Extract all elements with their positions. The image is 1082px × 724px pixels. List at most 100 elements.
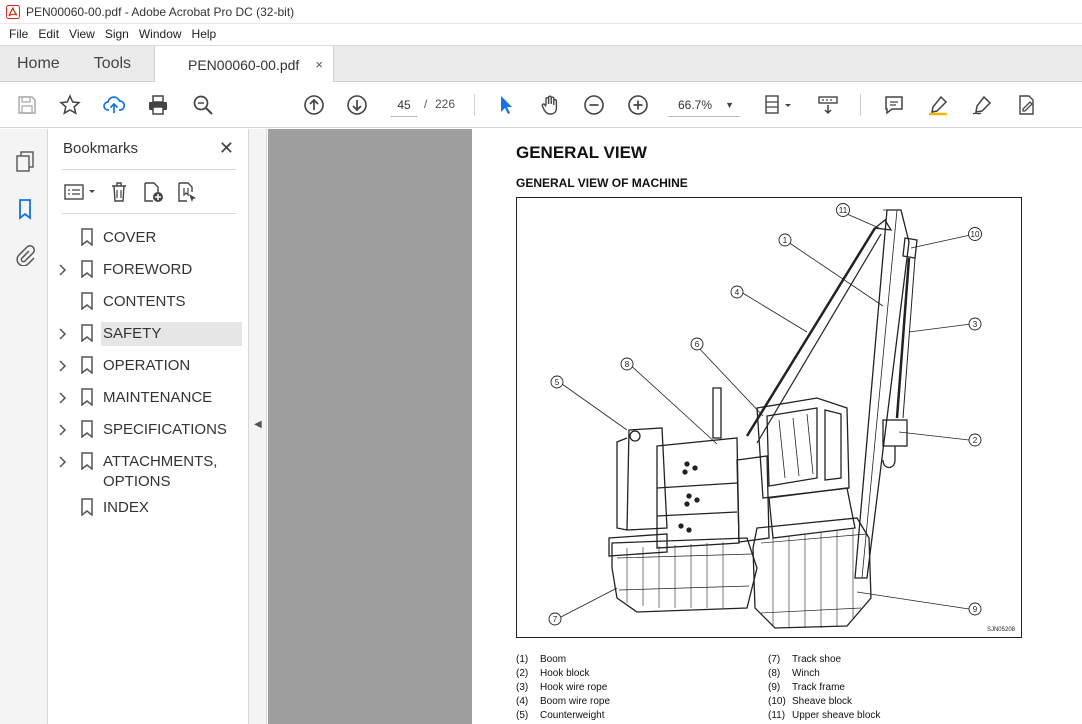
upload-cloud-icon[interactable] — [102, 93, 126, 117]
close-tab-icon[interactable]: × — [315, 57, 323, 72]
page-fit-icon[interactable] — [762, 93, 796, 117]
menu-sign[interactable]: Sign — [100, 24, 134, 45]
tab-bar: Home Tools PEN00060-00.pdf × — [0, 45, 1082, 83]
legend-item: (11) Upper sheave block — [768, 710, 881, 721]
zoom-in-icon[interactable] — [626, 93, 650, 117]
maximize-button[interactable] — [1010, 0, 1046, 24]
document-view[interactable]: GENERAL VIEW GENERAL VIEW OF MACHINE 1 2… — [268, 129, 1082, 724]
page-subheading: GENERAL VIEW OF MACHINE — [516, 176, 688, 190]
bookmark-label: ATTACHMENTS, OPTIONS — [103, 453, 218, 490]
bookmark-label: SAFETY — [103, 325, 162, 342]
menu-help[interactable]: Help — [187, 24, 222, 45]
bookmark-attachments-options[interactable]: ATTACHMENTS, OPTIONS — [49, 447, 249, 493]
attachments-paperclip-icon[interactable] — [13, 243, 37, 267]
svg-text:11: 11 — [839, 206, 848, 215]
fill-sign-icon[interactable] — [1014, 93, 1038, 117]
tab-document[interactable]: PEN00060-00.pdf × — [154, 46, 334, 83]
bookmark-label: CONTENTS — [103, 293, 186, 310]
page-number-input[interactable]: 45 — [390, 93, 418, 117]
bookmark-icon — [81, 228, 93, 246]
bookmark-tools — [62, 179, 208, 205]
bookmark-operation[interactable]: OPERATION — [49, 351, 249, 383]
bookmarks-title: Bookmarks — [63, 140, 139, 157]
zoom-out-icon[interactable] — [582, 93, 606, 117]
menu-edit[interactable]: Edit — [33, 24, 64, 45]
scroll-mode-icon[interactable] — [816, 93, 840, 117]
highlight-pen-icon[interactable] — [926, 93, 950, 117]
svg-text:1: 1 — [783, 236, 788, 245]
chevron-right-icon[interactable] — [58, 455, 68, 469]
next-page-icon[interactable] — [345, 93, 369, 117]
close-panel-icon[interactable]: ✕ — [219, 138, 234, 159]
bookmark-safety[interactable]: SAFETY — [49, 319, 249, 351]
page-separator: / — [424, 97, 428, 111]
save-icon[interactable] — [15, 93, 39, 117]
bookmark-label: FOREWORD — [103, 261, 193, 278]
legend-item: (7) Track shoe — [768, 654, 842, 665]
chevron-right-icon[interactable] — [58, 263, 68, 277]
minimize-button[interactable] — [974, 0, 1010, 24]
print-icon[interactable] — [146, 93, 170, 117]
find-bookmark-icon[interactable] — [174, 180, 200, 204]
panel-splitter[interactable]: ◀ — [249, 129, 267, 724]
zoom-search-icon[interactable] — [191, 93, 215, 117]
legend-item: (8) Winch — [768, 668, 820, 679]
close-window-button[interactable] — [1046, 0, 1082, 24]
main-toolbar: 45 / 226 66.7% ▼ — [0, 82, 1082, 128]
bookmark-contents[interactable]: CONTENTS — [49, 287, 249, 319]
legend-item: (10) Sheave block — [768, 696, 853, 707]
new-bookmark-icon[interactable] — [140, 180, 166, 204]
delete-bookmark-icon[interactable] — [106, 180, 132, 204]
bookmark-icon — [81, 452, 93, 470]
bookmark-label: COVER — [103, 229, 157, 246]
bookmark-icon — [81, 292, 93, 310]
bookmark-specifications[interactable]: SPECIFICATIONS — [49, 415, 249, 447]
bookmark-list: COVER FOREWORD CONTENTS SAFETY OPERATION… — [49, 223, 249, 525]
hand-tool-icon[interactable] — [538, 93, 562, 117]
menu-window[interactable]: Window — [134, 24, 187, 45]
select-cursor-icon[interactable] — [494, 93, 518, 117]
comment-icon[interactable] — [882, 93, 906, 117]
chevron-right-icon[interactable] — [58, 423, 68, 437]
tab-home[interactable]: Home — [0, 46, 77, 81]
bookmark-index[interactable]: INDEX — [49, 493, 249, 525]
bookmark-icon — [81, 260, 93, 278]
chevron-right-icon[interactable] — [58, 359, 68, 373]
zoom-level-value: 66.7% — [678, 98, 713, 112]
svg-text:9: 9 — [973, 605, 978, 614]
collapse-arrow-icon[interactable]: ◀ — [254, 419, 262, 430]
star-bookmark-icon[interactable] — [58, 93, 82, 117]
legend-item: (2) Hook block — [516, 668, 590, 679]
legend-item: (5) Counterweight — [516, 710, 605, 721]
menu-view[interactable]: View — [64, 24, 100, 45]
bookmark-icon — [81, 420, 93, 438]
bookmark-foreword[interactable]: FOREWORD — [49, 255, 249, 287]
machine-illustration: 1 2 3 4 5 6 7 8 9 10 11 SJN05208 — [516, 197, 1022, 638]
sign-pen-icon[interactable] — [970, 93, 994, 117]
window-title: PEN00060-00.pdf - Adobe Acrobat Pro DC (… — [26, 4, 295, 19]
toolbar-divider — [860, 94, 861, 116]
svg-text:6: 6 — [695, 340, 700, 349]
chevron-right-icon[interactable] — [58, 391, 68, 405]
svg-text:10: 10 — [971, 230, 980, 239]
title-bar: PEN00060-00.pdf - Adobe Acrobat Pro DC (… — [0, 0, 1082, 24]
menu-file[interactable]: File — [4, 24, 33, 45]
menu-bar: File Edit View Sign Window Help — [0, 24, 1082, 45]
options-menu-icon[interactable] — [62, 180, 98, 204]
document-tab-label: PEN00060-00.pdf — [188, 56, 300, 73]
bookmark-cover[interactable]: COVER — [49, 223, 249, 255]
legend-item: (3) Hook wire rope — [516, 682, 608, 693]
bookmark-label: SPECIFICATIONS — [103, 421, 227, 438]
divider — [62, 169, 236, 170]
zoom-level-select[interactable]: 66.7% ▼ — [668, 93, 740, 117]
previous-page-icon[interactable] — [302, 93, 326, 117]
page-heading: GENERAL VIEW — [516, 143, 647, 162]
tab-tools[interactable]: Tools — [77, 46, 148, 81]
bookmark-maintenance[interactable]: MAINTENANCE — [49, 383, 249, 415]
chevron-right-icon[interactable] — [58, 327, 68, 341]
page-thumbnails-icon[interactable] — [13, 149, 37, 173]
svg-text:2: 2 — [973, 436, 978, 445]
svg-text:3: 3 — [973, 320, 978, 329]
pdf-page: GENERAL VIEW GENERAL VIEW OF MACHINE 1 2… — [472, 129, 1082, 724]
bookmarks-panel-icon[interactable] — [13, 197, 37, 221]
